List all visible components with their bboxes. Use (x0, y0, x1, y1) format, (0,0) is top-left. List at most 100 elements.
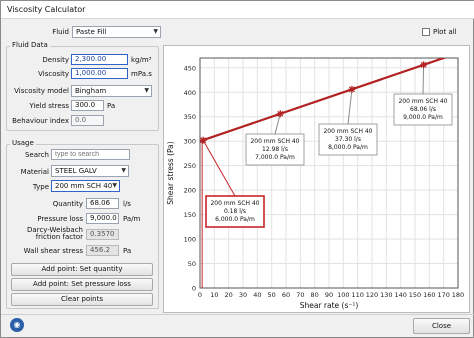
yield-stress-input[interactable]: 300.0 (71, 100, 104, 111)
darcy-label-line2: friction factor (35, 233, 83, 241)
viscosity-input[interactable]: 1,000.00 (71, 68, 128, 79)
callout-text: 0.18 l/s (224, 208, 246, 215)
add-point-quantity-button[interactable]: Add point: Set quantity (11, 263, 153, 276)
search-input[interactable] (51, 149, 130, 160)
chart-panel: 0 10 20 30 40 50 60 70 80 90 100 110 120 130 140 150 160… (163, 45, 470, 313)
footer-divider (1, 314, 474, 315)
plot-all-checkbox[interactable] (422, 28, 430, 36)
x-tick-label: 50 (268, 291, 276, 299)
callout-text: 200 mm SCH 40 (398, 98, 447, 105)
fluid-select[interactable]: Paste Fill ▼ (72, 26, 161, 38)
close-button[interactable]: Close (413, 318, 470, 334)
fluid-select-value: Paste Fill (76, 28, 107, 36)
fluid-data-group-label: Fluid Data (10, 41, 50, 49)
material-value: STEEL GALV (55, 167, 97, 175)
density-unit: kg/m³ (131, 56, 152, 64)
y-tick-label: 150 (184, 211, 196, 219)
callout-text: 68.06 l/s (410, 106, 436, 113)
x-tick-label: 180 (452, 291, 464, 299)
y-tick-label: 100 (184, 236, 196, 244)
x-tick-label: 130 (380, 291, 392, 299)
material-label: Material (20, 168, 49, 176)
chevron-down-icon: ▼ (144, 87, 149, 94)
data-point-marker (199, 136, 207, 144)
x-tick-label: 30 (239, 291, 247, 299)
pressure-loss-label: Pressure loss (37, 215, 83, 223)
viscosity-model-select[interactable]: Bingham ▼ (71, 85, 152, 97)
x-tick-label: 100 (337, 291, 349, 299)
wall-shear-stress-unit: Pa (123, 247, 132, 255)
x-tick-label: 160 (423, 291, 435, 299)
plot-all-label: Plot all (433, 28, 457, 36)
x-tick-label: 80 (311, 291, 319, 299)
density-input[interactable]: 2,300.00 (71, 54, 128, 65)
viscosity-model-value: Bingham (75, 87, 107, 95)
x-axis-label: Shear rate (s⁻¹) (300, 301, 359, 310)
x-tick-label: 40 (253, 291, 261, 299)
data-point-marker (420, 61, 428, 69)
app-logo-icon[interactable]: ◉ (10, 318, 24, 332)
callout-text: 37.30 l/s (335, 136, 361, 143)
x-tick-label: 60 (282, 291, 290, 299)
chevron-down-icon: ▼ (121, 167, 126, 174)
wall-shear-stress-label: Wall shear stress (23, 247, 83, 255)
y-tick-label: 400 (184, 89, 196, 97)
y-tick-label: 350 (184, 113, 196, 121)
x-tick-label: 140 (394, 291, 406, 299)
y-tick-label: 200 (184, 187, 196, 195)
callout-text: 200 mm SCH 40 (323, 128, 372, 135)
y-tick-label: 300 (184, 138, 196, 146)
y-tick-label: 450 (184, 64, 196, 72)
pressure-loss-unit: Pa/m (123, 215, 141, 223)
clear-points-button[interactable]: Clear points (11, 293, 153, 306)
window-title: Viscosity Calculator (7, 5, 86, 14)
callout-text: 7,000.0 Pa/m (255, 154, 295, 161)
darcy-weisbach-label: Darcy-Weisbach friction factor (11, 227, 83, 241)
pressure-loss-input[interactable]: 9,000.0 (86, 213, 119, 224)
y-axis-label: Shear stress (Pa) (166, 141, 175, 204)
callout-text: 9,000.0 Pa/m (403, 114, 443, 121)
add-point-pressure-button[interactable]: Add point: Set pressure loss (11, 278, 153, 291)
callout-leader (422, 64, 425, 95)
viscosity-label: Viscosity (38, 70, 69, 78)
callout-text: 12.98 l/s (262, 146, 288, 153)
x-tick-label: 0 (198, 291, 202, 299)
callout-text: 8,000.0 Pa/m (328, 144, 368, 151)
x-tick-label: 70 (296, 291, 304, 299)
x-tick-label: 110 (351, 291, 363, 299)
y-tick-label: 50 (188, 260, 196, 268)
quantity-label: Quantity (52, 200, 83, 208)
x-tick-label: 20 (225, 291, 233, 299)
shear-chart: 0 10 20 30 40 50 60 70 80 90 100 110 120 130 140 150 160… (166, 57, 464, 310)
yield-stress-unit: Pa (107, 102, 116, 110)
type-label: Type (32, 183, 49, 191)
data-point-marker (348, 85, 356, 93)
behaviour-index-label: Behaviour index (12, 117, 69, 125)
viscosity-unit: mPa.s (131, 70, 152, 78)
type-select[interactable]: 200 mm SCH 40 ▼ (51, 180, 120, 192)
chevron-down-icon: ▼ (112, 182, 117, 189)
friction-factor-value: 0.3570 (86, 229, 119, 240)
viscosity-model-label: Viscosity model (14, 87, 69, 95)
callout-text: 200 mm SCH 40 (210, 200, 259, 207)
density-label: Density (42, 56, 69, 64)
viscosity-calculator-window: Viscosity Calculator Fluid Paste Fill ▼ … (0, 0, 474, 338)
x-tick-label: 10 (210, 291, 218, 299)
behaviour-index-input[interactable]: 0.0 (71, 115, 104, 126)
usage-group-label: Usage (10, 139, 36, 147)
callout-leader (347, 89, 353, 125)
quantity-input[interactable]: 68.06 (86, 198, 119, 209)
title-bar: Viscosity Calculator (1, 1, 474, 19)
x-tick-label: 90 (325, 291, 333, 299)
quantity-unit: l/s (123, 200, 131, 208)
type-value: 200 mm SCH 40 (55, 182, 113, 190)
search-label: Search (24, 151, 49, 159)
material-select[interactable]: STEEL GALV ▼ (51, 165, 129, 177)
x-tick-label: 170 (437, 291, 449, 299)
y-tick-label: 0 (192, 285, 196, 293)
chevron-down-icon: ▼ (153, 28, 158, 35)
y-tick-label: 250 (184, 162, 196, 170)
callout-text: 6,000.0 Pa/m (215, 216, 255, 223)
yield-stress-label: Yield stress (29, 102, 69, 110)
x-tick-label: 120 (366, 291, 378, 299)
